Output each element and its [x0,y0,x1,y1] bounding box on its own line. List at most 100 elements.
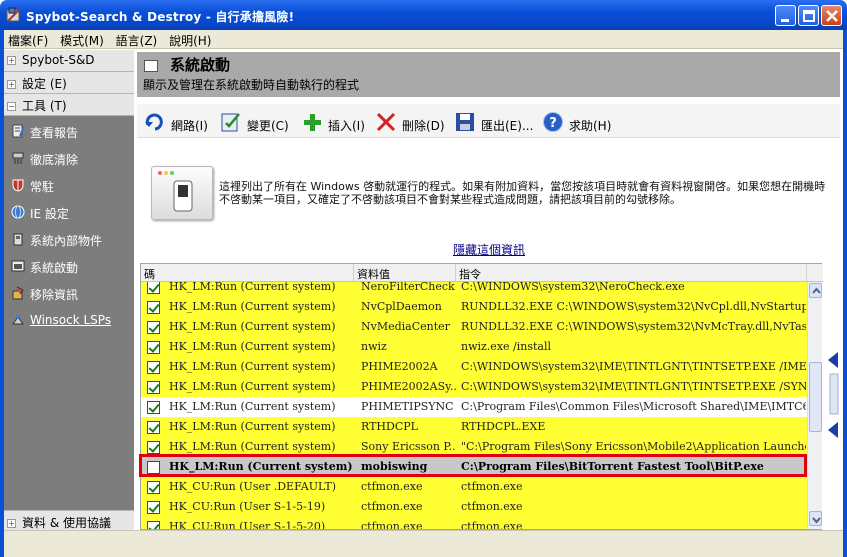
table-row[interactable]: HK_LM:Run (Current system) NvCplDaemon RUN… [141,297,807,317]
maximize-button[interactable] [798,5,819,26]
export-button[interactable]: 匯出(E)... [454,111,533,133]
sidebar-item-winsock-lsps[interactable]: Winsock LSPs [4,307,134,334]
info-panel: 這裡列出了所有在 Windows 啓動就運行的程式。如果有附加資料，當您按該項目… [137,142,840,262]
row-key-cell: HK_LM:Run (Current system) [169,440,336,453]
sidebar: + Spybot-S&D + 設定 (E) − 工具 (T) 查看報告 徹底清除 常駐… [4,50,134,530]
sidebar-item-uninstall-info[interactable]: 移除資訊 [4,280,134,307]
insert-label: 插入(I) [328,119,365,133]
sidebar-section-license[interactable]: + 資料 & 使用協議 [4,510,134,530]
table-row[interactable]: HK_CU:Run (User S-1-5-19) ctfmon.exe ctfmo… [141,497,807,517]
sidebar-item-shredder[interactable]: 徹底清除 [4,145,134,172]
export-label: 匯出(E)... [481,119,534,133]
row-value-cell: NvMediaCenter [361,320,450,333]
enable-checkbox[interactable] [147,361,160,374]
spybot-app-icon [6,7,21,22]
row-command-cell: ctfmon.exe [461,480,523,493]
sidebar-item-label: 系統啟動 [30,261,79,275]
sidebar-section-spybot[interactable]: + Spybot-S&D [4,50,134,72]
row-command-cell: C:\WINDOWS\system32\NeroCheck.exe [461,282,685,293]
table-row[interactable]: HK_LM:Run (Current system) PHIME2002A C:\W… [141,357,807,377]
delete-button[interactable]: 刪除(D) [375,111,445,133]
minimize-button[interactable] [775,5,796,26]
svg-text:?: ? [549,116,557,131]
row-command-cell: RTHDCPL.EXE [461,420,546,433]
enable-checkbox[interactable] [147,421,160,434]
expand-icon[interactable]: + [7,56,16,65]
column-header-key[interactable]: 碼 [141,264,354,281]
sidebar-item-label: Winsock LSPs [30,313,112,327]
plus-icon [304,114,321,131]
enable-checkbox[interactable] [147,441,160,454]
table-row[interactable]: HK_LM:Run (Current system) NeroFilterChec… [141,282,807,297]
toolbar: 網路(I) 變更(C) 插入(I) 刪除(D) 匯出(E)... ? 求助(H) [137,104,840,138]
enable-checkbox[interactable] [147,481,160,494]
table-row[interactable]: HK_LM:Run (Current system) PHIMETIPSYNC C:… [141,397,807,417]
expand-icon[interactable]: + [7,519,16,528]
table-row[interactable]: HK_LM:Run (Current system) NvMediaCenter R… [141,317,807,337]
row-key-cell: HK_LM:Run (Current system) [169,420,336,433]
row-value-cell: nwiz [361,340,387,353]
startup-icon [144,60,158,72]
sidebar-item-label: IE 設定 [30,207,69,221]
table-row[interactable]: HK_CU:Run (User .DEFAULT) ctfmon.exe ctfmo… [141,477,807,497]
row-key-cell: HK_CU:Run (User .DEFAULT) [169,480,337,493]
enable-checkbox[interactable] [147,341,160,354]
column-header-value[interactable]: 資料值 [354,264,456,281]
enable-checkbox[interactable] [147,282,160,294]
change-button[interactable]: 變更(C) [220,111,289,133]
row-value-cell: ctfmon.exe [361,520,423,529]
row-command-cell: C:\WINDOWS\system32\IME\TINTLGNT\TINTSET… [461,380,806,393]
enable-checkbox[interactable] [147,301,160,314]
page-title: 系統啟動 [170,56,231,74]
sidebar-section-settings[interactable]: + 設定 (E) [4,72,134,94]
delete-icon [376,112,396,132]
sidebar-section-tools[interactable]: − 工具 (T) [4,94,134,116]
table-row[interactable]: HK_LM:Run (Current system) nwiz nwiz.exe /… [141,337,807,357]
scroll-up-arrow[interactable] [809,283,822,298]
sidebar-section-label: Spybot-S&D [22,53,95,67]
enable-checkbox[interactable] [147,501,160,514]
insert-button[interactable]: 插入(I) [301,111,365,133]
hide-info-link[interactable]: 隱藏這個資訊 [453,241,525,258]
scroll-thumb[interactable] [809,362,822,432]
table-row[interactable]: HK_LM:Run (Current system) RTHDCPL RTHDCPL… [141,417,807,437]
expand-icon[interactable]: + [7,80,16,89]
menu-mode[interactable]: 模式(M) [56,30,108,49]
menu-help[interactable]: 說明(H) [165,30,215,49]
sidebar-item-system-startup[interactable]: 系統啟動 [4,253,134,280]
enable-checkbox[interactable] [147,381,160,394]
row-key-cell: HK_LM:Run (Current system) [169,320,336,333]
title-bar: Spybot-Search & Destroy - 自行承擔風險! [0,0,847,30]
menu-file[interactable]: 檔案(F) [4,30,52,49]
close-button[interactable] [821,5,842,26]
collapse-icon[interactable]: − [7,102,16,111]
page-header: 系統啟動 顯示及管理在系統啟動時自動執行的程式 [137,52,840,97]
row-value-cell: NeroFilterCheck [361,282,455,293]
splitter-arrows-icon[interactable] [826,350,840,440]
refresh-label: 網路(I) [171,119,208,133]
row-command-cell: RUNDLL32.EXE C:\WINDOWS\system32\NvCpl.d… [461,300,806,313]
vertical-scrollbar[interactable] [807,282,822,529]
enable-checkbox[interactable] [147,321,160,334]
sidebar-item-label: 系統內部物件 [30,234,103,248]
help-button[interactable]: ? 求助(H) [542,111,611,133]
sidebar-item-system-internals[interactable]: 系統內部物件 [4,226,134,253]
sidebar-section-label: 資料 & 使用協議 [22,516,111,530]
sidebar-item-resident[interactable]: 常駐 [4,172,134,199]
enable-checkbox[interactable] [147,401,160,414]
menu-language[interactable]: 語言(Z) [112,30,162,49]
menu-bar: 檔案(F) 模式(M) 語言(Z) 說明(H) [4,30,843,49]
column-header-command[interactable]: 指令 [456,264,807,281]
enable-checkbox[interactable] [147,521,160,529]
scroll-down-arrow[interactable] [809,511,822,526]
minimize-icon [781,19,789,22]
sidebar-item-label: 常駐 [30,180,55,194]
shield-icon [12,179,24,192]
table-row[interactable]: HK_CU:Run (User S-1-5-20) ctfmon.exe ctfmo… [141,517,807,529]
table-row[interactable]: HK_LM:Run (Current system) PHIME2002ASy..… [141,377,807,397]
sidebar-item-view-reports[interactable]: 查看報告 [4,118,134,145]
refresh-button[interactable]: 網路(I) [144,111,208,133]
sidebar-item-ie-settings[interactable]: IE 設定 [4,199,134,226]
row-value-cell: ctfmon.exe [361,480,423,493]
sidebar-item-label: 移除資訊 [30,288,79,302]
